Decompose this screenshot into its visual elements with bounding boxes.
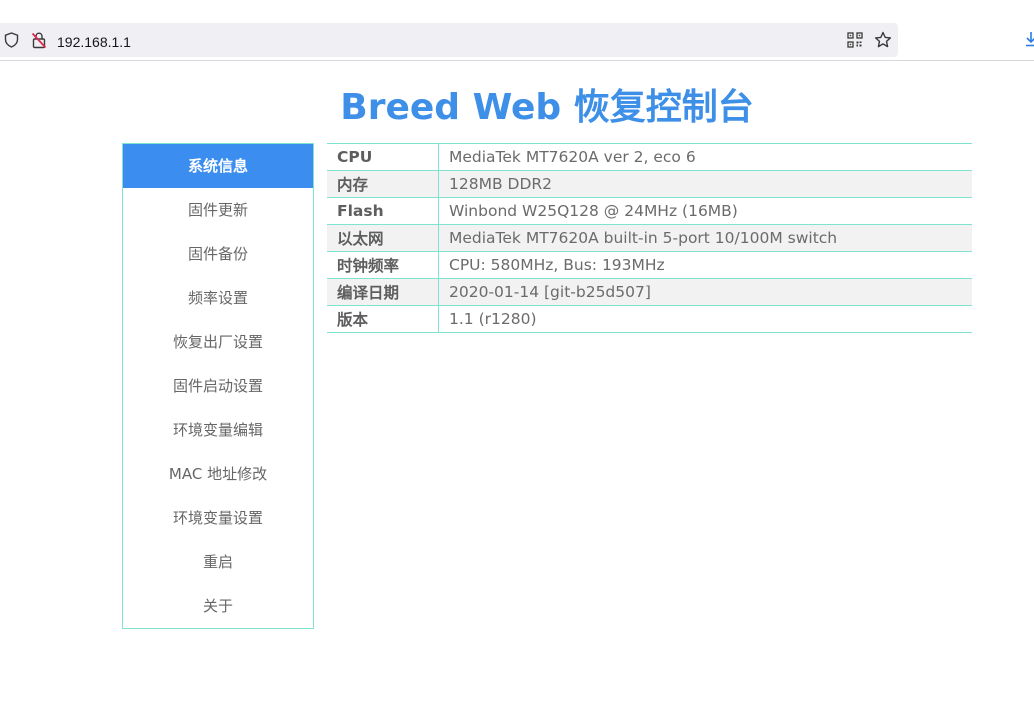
info-key: 时钟频率 <box>327 251 439 279</box>
sidebar-item-boot-settings[interactable]: 固件启动设置 <box>123 364 313 408</box>
info-key: Flash <box>327 197 439 225</box>
info-key: 编译日期 <box>327 278 439 306</box>
info-key: 内存 <box>327 170 439 198</box>
sidebar-item-env-settings[interactable]: 环境变量设置 <box>123 496 313 540</box>
table-row: CPU MediaTek MT7620A ver 2, eco 6 <box>327 143 972 171</box>
sidebar-item-firmware-update[interactable]: 固件更新 <box>123 188 313 232</box>
sidebar-item-factory-reset[interactable]: 恢复出厂设置 <box>123 320 313 364</box>
shield-icon[interactable] <box>4 32 19 48</box>
info-key: 版本 <box>327 305 439 333</box>
info-value: MediaTek MT7620A built-in 5-port 10/100M… <box>438 224 972 252</box>
table-row: 以太网 MediaTek MT7620A built-in 5-port 10/… <box>327 224 972 252</box>
sidebar-menu: 系统信息 固件更新 固件备份 频率设置 恢复出厂设置 固件启动设置 环境变量编辑… <box>122 143 314 629</box>
sidebar-item-system-info[interactable]: 系统信息 <box>123 144 313 188</box>
info-value: 128MB DDR2 <box>438 170 972 198</box>
sidebar-item-mac-edit[interactable]: MAC 地址修改 <box>123 452 313 496</box>
url-text: 192.168.1.1 <box>57 34 131 50</box>
sidebar-item-env-edit[interactable]: 环境变量编辑 <box>123 408 313 452</box>
table-row: 编译日期 2020-01-14 [git-b25d507] <box>327 278 972 306</box>
table-row: Flash Winbond W25Q128 @ 24MHz (16MB) <box>327 197 972 225</box>
sidebar-item-firmware-backup[interactable]: 固件备份 <box>123 232 313 276</box>
info-key: 以太网 <box>327 224 439 252</box>
qr-code-icon[interactable] <box>847 32 863 48</box>
table-row: 内存 128MB DDR2 <box>327 170 972 198</box>
info-value: MediaTek MT7620A ver 2, eco 6 <box>438 143 972 171</box>
download-icon[interactable] <box>1024 31 1034 47</box>
system-info-table: CPU MediaTek MT7620A ver 2, eco 6 内存 128… <box>327 143 972 333</box>
table-row: 时钟频率 CPU: 580MHz, Bus: 193MHz <box>327 251 972 279</box>
info-value: 2020-01-14 [git-b25d507] <box>438 278 972 306</box>
info-value: 1.1 (r1280) <box>438 305 972 333</box>
page-title: Breed Web 恢复控制台 <box>340 87 754 128</box>
bookmark-star-icon[interactable] <box>874 31 892 49</box>
address-field[interactable]: 192.168.1.1 <box>0 23 898 57</box>
sidebar-item-about[interactable]: 关于 <box>123 584 313 628</box>
sidebar-item-frequency-settings[interactable]: 频率设置 <box>123 276 313 320</box>
browser-url-bar: 192.168.1.1 <box>0 20 1034 61</box>
insecure-lock-icon[interactable] <box>31 31 47 49</box>
info-key: CPU <box>327 143 439 171</box>
info-value: Winbond W25Q128 @ 24MHz (16MB) <box>438 197 972 225</box>
browser-top-strip <box>0 0 1034 20</box>
info-value: CPU: 580MHz, Bus: 193MHz <box>438 251 972 279</box>
sidebar-item-reboot[interactable]: 重启 <box>123 540 313 584</box>
table-row: 版本 1.1 (r1280) <box>327 305 972 333</box>
